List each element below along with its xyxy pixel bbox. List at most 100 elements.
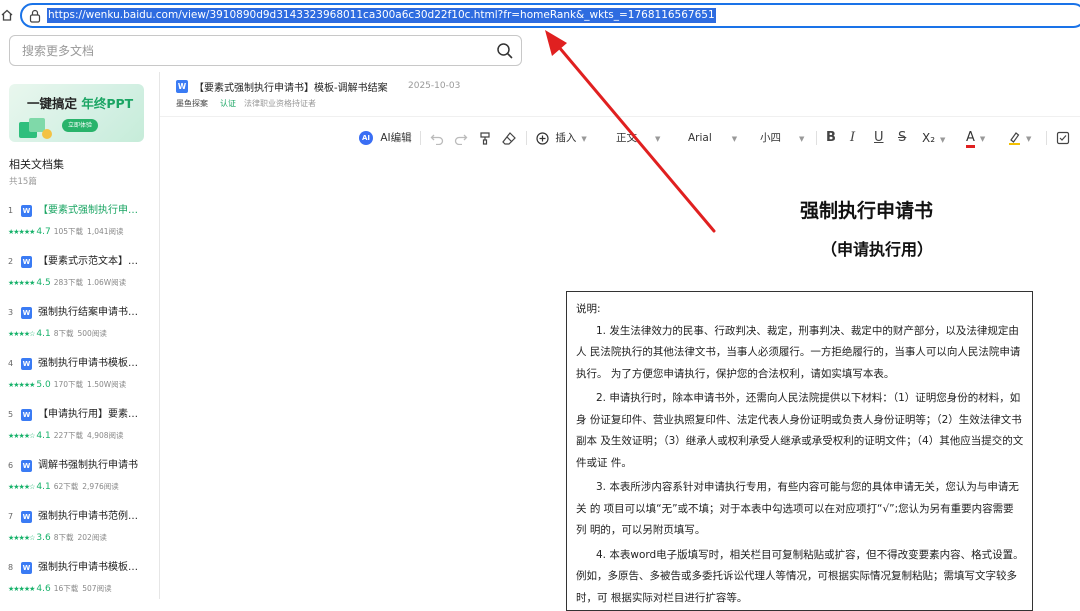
subscript-button[interactable]: X₂ ▼ [922, 126, 945, 150]
banner-button[interactable]: 立即体验 [62, 119, 98, 132]
read-count: 1.50W阅读 [87, 380, 127, 389]
rating-value: 3.6 [36, 533, 51, 543]
related-doc-item[interactable]: 2 W 【要素式示范文本】… ★★★★★ 4.5 283下载 1.06W阅读 [0, 255, 160, 305]
format-painter-icon[interactable] [478, 131, 492, 145]
chevron-down-icon: ▼ [731, 135, 738, 143]
related-doc-meta: ★★★★☆ 4.1 8下载 500阅读 [8, 328, 107, 339]
sidebar: 一键搞定 年终PPT 立即体验 相关文档集 共15篇 1 W 【要素式强制执行申… ★… [0, 72, 160, 599]
related-doc-title[interactable]: 强制执行申请书模板… [38, 561, 150, 575]
font-family-select[interactable]: Arial ▼ [688, 126, 737, 150]
word-doc-icon: W [176, 80, 188, 93]
instruction-paragraph: 2. 申请执行时，除本申请书外，还需向人民法院提供以下材料：（1）证明您身份的材… [576, 392, 1024, 469]
divider [160, 116, 1080, 117]
home-icon[interactable] [0, 8, 14, 22]
underline-button[interactable]: U [874, 126, 884, 150]
insert-plus-icon [536, 131, 549, 145]
rating-stars: ★★★★★ [8, 585, 35, 593]
lock-icon[interactable] [29, 9, 41, 23]
search-icon[interactable] [496, 42, 513, 59]
read-count: 202阅读 [77, 533, 107, 542]
rating-value: 4.6 [36, 584, 51, 594]
promo-banner[interactable]: 一键搞定 年终PPT 立即体验 [9, 84, 144, 142]
redo-icon[interactable] [454, 131, 468, 145]
search-input[interactable] [22, 42, 482, 60]
insert-label: 插入 [555, 132, 577, 144]
rating-stars: ★★★★☆ [8, 534, 35, 542]
instructions-box: 说明: 1. 发生法律效力的民事、行政判决、裁定，刑事判决、裁定中的财产部分，以… [566, 291, 1033, 611]
eraser-icon[interactable] [502, 131, 516, 145]
chevron-down-icon: ▼ [581, 135, 587, 143]
document-date: 2025-10-03 [408, 81, 461, 91]
related-doc-item[interactable]: 7 W 强制执行申请书范例… ★★★★☆ 3.6 8下载 202阅读 [0, 510, 160, 560]
word-doc-icon: W [21, 562, 32, 574]
author-certification: 法律职业资格持证者 [244, 99, 316, 108]
rating-stars: ★★★★★ [8, 228, 35, 236]
chevron-down-icon: ▼ [799, 135, 805, 143]
rating-value: 5.0 [36, 380, 51, 390]
item-index: 8 [8, 563, 14, 572]
related-doc-item[interactable]: 6 W 调解书强制执行申请书 ★★★★☆ 4.1 62下载 2,976阅读 [0, 459, 160, 509]
related-doc-item[interactable]: 1 W 【要素式强制执行申… ★★★★★ 4.7 105下载 1,041阅读 [0, 204, 160, 254]
rating-stars: ★★★★★ [8, 279, 35, 287]
divider [526, 131, 527, 145]
download-count: 227下载 [53, 431, 84, 440]
rating-stars: ★★★★☆ [8, 483, 35, 491]
item-index: 5 [8, 410, 14, 419]
item-index: 3 [8, 308, 14, 317]
related-doc-title[interactable]: 强制执行结案申请书… [38, 306, 150, 320]
italic-button[interactable]: I [850, 126, 855, 150]
instructions-label: 说明: [576, 303, 601, 315]
insert-menu[interactable]: 插入 ▼ [536, 126, 587, 150]
checkbox-icon[interactable] [1056, 131, 1070, 145]
related-doc-item[interactable]: 3 W 强制执行结案申请书… ★★★★☆ 4.1 8下载 500阅读 [0, 306, 160, 356]
related-doc-item[interactable]: 8 W 强制执行申请书模板… ★★★★★ 4.6 16下载 507阅读 [0, 561, 160, 611]
related-doc-meta: ★★★★★ 4.5 283下载 1.06W阅读 [8, 277, 126, 288]
related-doc-meta: ★★★★★ 4.7 105下载 1,041阅读 [8, 226, 124, 237]
strikethrough-button[interactable]: S [898, 126, 906, 150]
related-docs-title: 相关文档集 [9, 158, 64, 171]
word-doc-icon: W [21, 205, 32, 217]
undo-icon[interactable] [430, 131, 444, 145]
related-doc-item[interactable]: 4 W 强制执行申请书模板… ★★★★★ 5.0 170下载 1.50W阅读 [0, 357, 160, 407]
font-family-value: Arial [688, 132, 712, 144]
url-text[interactable]: https://wenku.baidu.com/view/3910890d9d3… [47, 8, 716, 23]
ai-edit-button[interactable]: AI AI编辑 [359, 126, 412, 150]
address-bar: https://wenku.baidu.com/view/3910890d9d3… [0, 0, 1080, 31]
related-doc-title[interactable]: 强制执行申请书范例… [38, 510, 150, 524]
chevron-down-icon: ▼ [655, 135, 661, 143]
url-field[interactable]: https://wenku.baidu.com/view/3910890d9d3… [20, 3, 1080, 28]
font-color-label: A [966, 131, 975, 148]
word-doc-icon: W [21, 409, 32, 421]
rating-value: 4.1 [36, 431, 51, 441]
banner-illustration-icon [19, 118, 52, 139]
rating-stars: ★★★★☆ [8, 330, 35, 338]
rating-value: 4.1 [36, 329, 51, 339]
font-size-select[interactable]: 小四 ▼ [760, 126, 804, 150]
highlight-button[interactable]: ▼ [1008, 126, 1031, 150]
verified-badge: 认证 [220, 99, 236, 108]
read-count: 4,908阅读 [87, 431, 124, 440]
related-doc-title[interactable]: 强制执行申请书模板… [38, 357, 150, 371]
read-count: 2,976阅读 [82, 482, 119, 491]
rating-stars: ★★★★☆ [8, 432, 35, 440]
bold-button[interactable]: B [826, 126, 836, 150]
rating-value: 4.1 [36, 482, 51, 492]
download-count: 8下载 [53, 533, 74, 542]
author-name[interactable]: 墨鱼探案 [176, 98, 208, 109]
related-doc-title[interactable]: 调解书强制执行申请书 [38, 459, 150, 473]
read-count: 1.06W阅读 [87, 278, 127, 287]
divider [816, 131, 817, 145]
word-doc-icon: W [21, 358, 32, 370]
banner-title-prefix: 一键搞定 [27, 96, 82, 111]
font-color-button[interactable]: A ▼ [966, 126, 985, 150]
ai-edit-label: AI编辑 [380, 132, 412, 144]
word-doc-icon: W [21, 511, 32, 523]
item-index: 1 [8, 206, 14, 215]
related-doc-item[interactable]: 5 W 【申请执行用】要素… ★★★★☆ 4.1 227下载 4,908阅读 [0, 408, 160, 458]
divider [1046, 131, 1047, 145]
related-doc-title[interactable]: 【申请执行用】要素… [38, 408, 150, 422]
related-docs-count: 共15篇 [9, 177, 37, 187]
paragraph-style-select[interactable]: 正文 ▼ [616, 126, 660, 150]
related-doc-title[interactable]: 【要素式强制执行申… [38, 204, 150, 218]
related-doc-title[interactable]: 【要素式示范文本】… [38, 255, 150, 269]
